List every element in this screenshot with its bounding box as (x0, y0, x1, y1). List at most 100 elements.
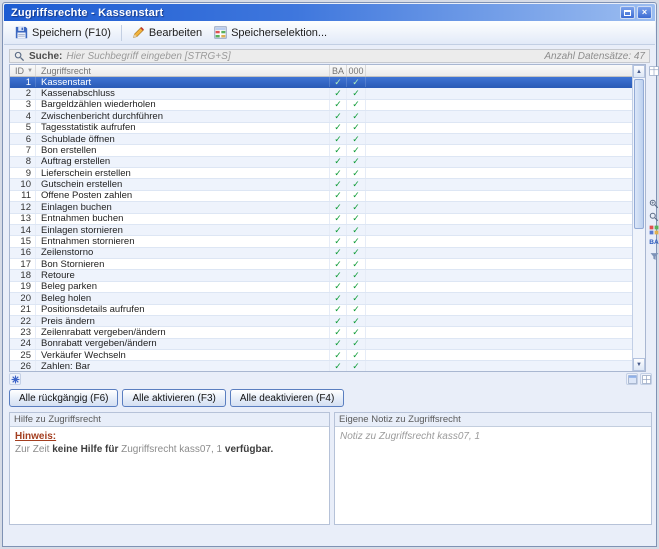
row-filler (366, 134, 632, 144)
close-button[interactable]: × (637, 6, 652, 19)
row-zugriffsrecht: Entnahmen stornieren (36, 236, 330, 246)
c000-check-icon: ✓ (347, 214, 366, 224)
table-row[interactable]: 26Zahlen: Bar✓✓ (10, 361, 632, 371)
table-row[interactable]: 2Kassenabschluss✓✓ (10, 88, 632, 99)
activate-all-button[interactable]: Alle aktivieren (F3) (122, 389, 225, 407)
row-zugriffsrecht: Offene Posten zahlen (36, 191, 330, 201)
zoom-icon[interactable] (648, 211, 659, 223)
ba-check-icon: ✓ (330, 259, 347, 269)
column-header-id[interactable]: ID ▼ (10, 65, 36, 76)
speicherselektion-label: Speicherselektion... (231, 27, 327, 39)
speicherselektion-button[interactable]: Speicherselektion... (208, 23, 333, 42)
zoom-in-icon[interactable] (648, 198, 659, 210)
search-bar[interactable]: Suche: Hier Suchbegriff eingeben [STRG+S… (9, 49, 650, 63)
c000-check-icon: ✓ (347, 270, 366, 280)
table-row[interactable]: 11Offene Posten zahlen✓✓ (10, 191, 632, 202)
table-row[interactable]: 10Gutschein erstellen✓✓ (10, 179, 632, 190)
table-row[interactable]: 16Zeilenstorno✓✓ (10, 248, 632, 259)
column-header-000-label: 000 (348, 66, 363, 76)
c000-check-icon: ✓ (347, 179, 366, 189)
table-row[interactable]: 23Zeilenrabatt vergeben/ändern✓✓ (10, 327, 632, 338)
ba-check-icon: ✓ (330, 134, 347, 144)
row-filler (366, 350, 632, 360)
help-panel-title: Hilfe zu Zugriffsrecht (10, 413, 329, 427)
table-row[interactable]: 3Bargeldzählen wiederholen✓✓ (10, 100, 632, 111)
edit-button[interactable]: Bearbeiten (126, 23, 208, 42)
ba-check-icon: ✓ (330, 77, 347, 87)
scroll-down-button[interactable]: ▼ (633, 358, 645, 371)
row-filler (366, 259, 632, 269)
row-id: 5 (10, 123, 36, 133)
table-header: ID ▼ Zugriffsrecht BA 000 (10, 65, 632, 77)
grid-footer (9, 373, 652, 385)
table-row[interactable]: 17Bon Stornieren✓✓ (10, 259, 632, 270)
table-row[interactable]: 12Einlagen buchen✓✓ (10, 202, 632, 213)
table-row[interactable]: 25Verkäufer Wechseln✓✓ (10, 350, 632, 361)
column-header-filler (366, 65, 632, 76)
ba-check-icon: ✓ (330, 350, 347, 360)
view-option-button-1[interactable] (626, 373, 638, 385)
save-label: Speichern (F10) (32, 27, 111, 39)
table-row[interactable]: 7Bon erstellen✓✓ (10, 145, 632, 156)
c000-check-icon: ✓ (347, 100, 366, 110)
save-button[interactable]: Speichern (F10) (9, 23, 117, 42)
ba-filter-icon[interactable]: BA (648, 237, 659, 249)
view-option-icon-1 (628, 375, 637, 384)
c000-check-icon: ✓ (347, 305, 366, 315)
table-row[interactable]: 20Beleg holen✓✓ (10, 293, 632, 304)
ba-check-icon: ✓ (330, 339, 347, 349)
column-header-zugriffsrecht[interactable]: Zugriffsrecht (36, 65, 330, 76)
row-id: 7 (10, 145, 36, 155)
search-input[interactable]: Hier Suchbegriff eingeben [STRG+S] (66, 51, 540, 62)
table-row[interactable]: 19Beleg parken✓✓ (10, 282, 632, 293)
undo-all-button[interactable]: Alle rückgängig (F6) (9, 389, 118, 407)
table-row[interactable]: 21Positionsdetails aufrufen✓✓ (10, 305, 632, 316)
table-row[interactable]: 5Tagesstatistik aufrufen✓✓ (10, 123, 632, 134)
note-editor[interactable]: Notiz zu Zugriffsrecht kass07, 1 (335, 427, 651, 446)
window-controls: × (618, 6, 652, 19)
scroll-up-button[interactable]: ▲ (633, 65, 645, 78)
ba-check-icon: ✓ (330, 123, 347, 133)
vertical-scrollbar[interactable]: ▲ ▼ (632, 65, 645, 371)
ba-badge: BA (649, 240, 658, 247)
table-row[interactable]: 6Schublade öffnen✓✓ (10, 134, 632, 145)
row-filler (366, 225, 632, 235)
table-row[interactable]: 8Auftrag erstellen✓✓ (10, 157, 632, 168)
column-header-ba[interactable]: BA (330, 65, 347, 76)
filter-icon[interactable] (648, 250, 659, 262)
table-row[interactable]: 13Entnahmen buchen✓✓ (10, 214, 632, 225)
row-filler (366, 168, 632, 178)
record-count: Anzahl Datensätze: 47 (544, 51, 645, 62)
maximize-button[interactable] (620, 6, 635, 19)
row-filler (366, 236, 632, 246)
c000-check-icon: ✓ (347, 327, 366, 337)
table-row[interactable]: 18Retoure✓✓ (10, 270, 632, 281)
ba-check-icon: ✓ (330, 248, 347, 258)
scrollbar-thumb[interactable] (634, 79, 644, 229)
table-row[interactable]: 24Bonrabatt vergeben/ändern✓✓ (10, 339, 632, 350)
row-filler (366, 157, 632, 167)
table-row[interactable]: 22Preis ändern✓✓ (10, 316, 632, 327)
view-option-button-2[interactable] (640, 373, 652, 385)
ba-check-icon: ✓ (330, 111, 347, 121)
table-row[interactable]: 4Zwischenbericht durchführen✓✓ (10, 111, 632, 122)
c000-check-icon: ✓ (347, 316, 366, 326)
row-zugriffsrecht: Bon Stornieren (36, 259, 330, 269)
deactivate-all-button[interactable]: Alle deaktivieren (F4) (230, 389, 344, 407)
c000-check-icon: ✓ (347, 236, 366, 246)
c000-check-icon: ✓ (347, 293, 366, 303)
c000-check-icon: ✓ (347, 202, 366, 212)
new-record-button[interactable] (9, 373, 21, 385)
grid-settings-icon[interactable] (648, 224, 659, 236)
table-row[interactable]: 1Kassenstart✓✓ (10, 77, 632, 88)
column-header-000[interactable]: 000 (347, 65, 366, 76)
table-row[interactable]: 9Lieferschein erstellen✓✓ (10, 168, 632, 179)
title-bar[interactable]: Zugriffsrechte - Kassenstart × (4, 4, 655, 21)
table-row[interactable]: 15Entnahmen stornieren✓✓ (10, 236, 632, 247)
row-filler (366, 293, 632, 303)
row-zugriffsrecht: Schublade öffnen (36, 134, 330, 144)
screen: Zugriffsrechte - Kassenstart × Speichern… (0, 0, 659, 549)
column-chooser-icon[interactable] (648, 65, 659, 77)
table-row[interactable]: 14Einlagen stornieren✓✓ (10, 225, 632, 236)
row-filler (366, 111, 632, 121)
